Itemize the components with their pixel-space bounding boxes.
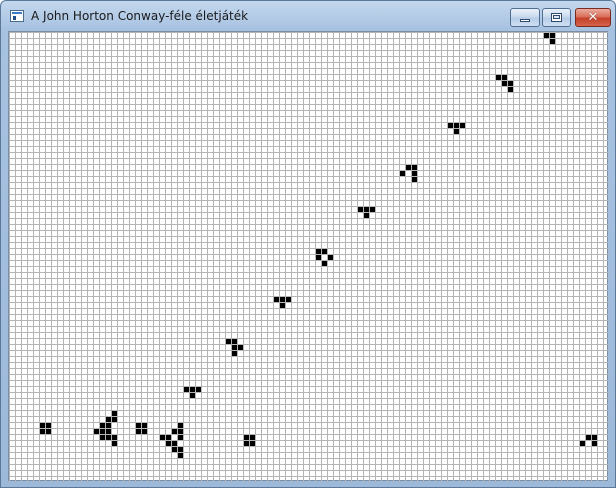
title-bar[interactable]: A John Horton Conway-féle életjáték ✕ (1, 1, 615, 31)
life-grid[interactable] (9, 32, 609, 482)
minimize-icon (520, 19, 530, 22)
close-icon: ✕ (587, 10, 599, 25)
close-button[interactable]: ✕ (575, 8, 611, 27)
life-board[interactable] (8, 31, 609, 482)
grid-lines (9, 32, 609, 482)
maximize-icon (551, 13, 562, 22)
maximize-button[interactable] (542, 8, 571, 27)
app-window-icon[interactable] (10, 10, 24, 22)
minimize-button[interactable] (510, 8, 540, 27)
main-window: A John Horton Conway-féle életjáték ✕ (0, 0, 616, 488)
window-title: A John Horton Conway-féle életjáték (31, 9, 249, 23)
